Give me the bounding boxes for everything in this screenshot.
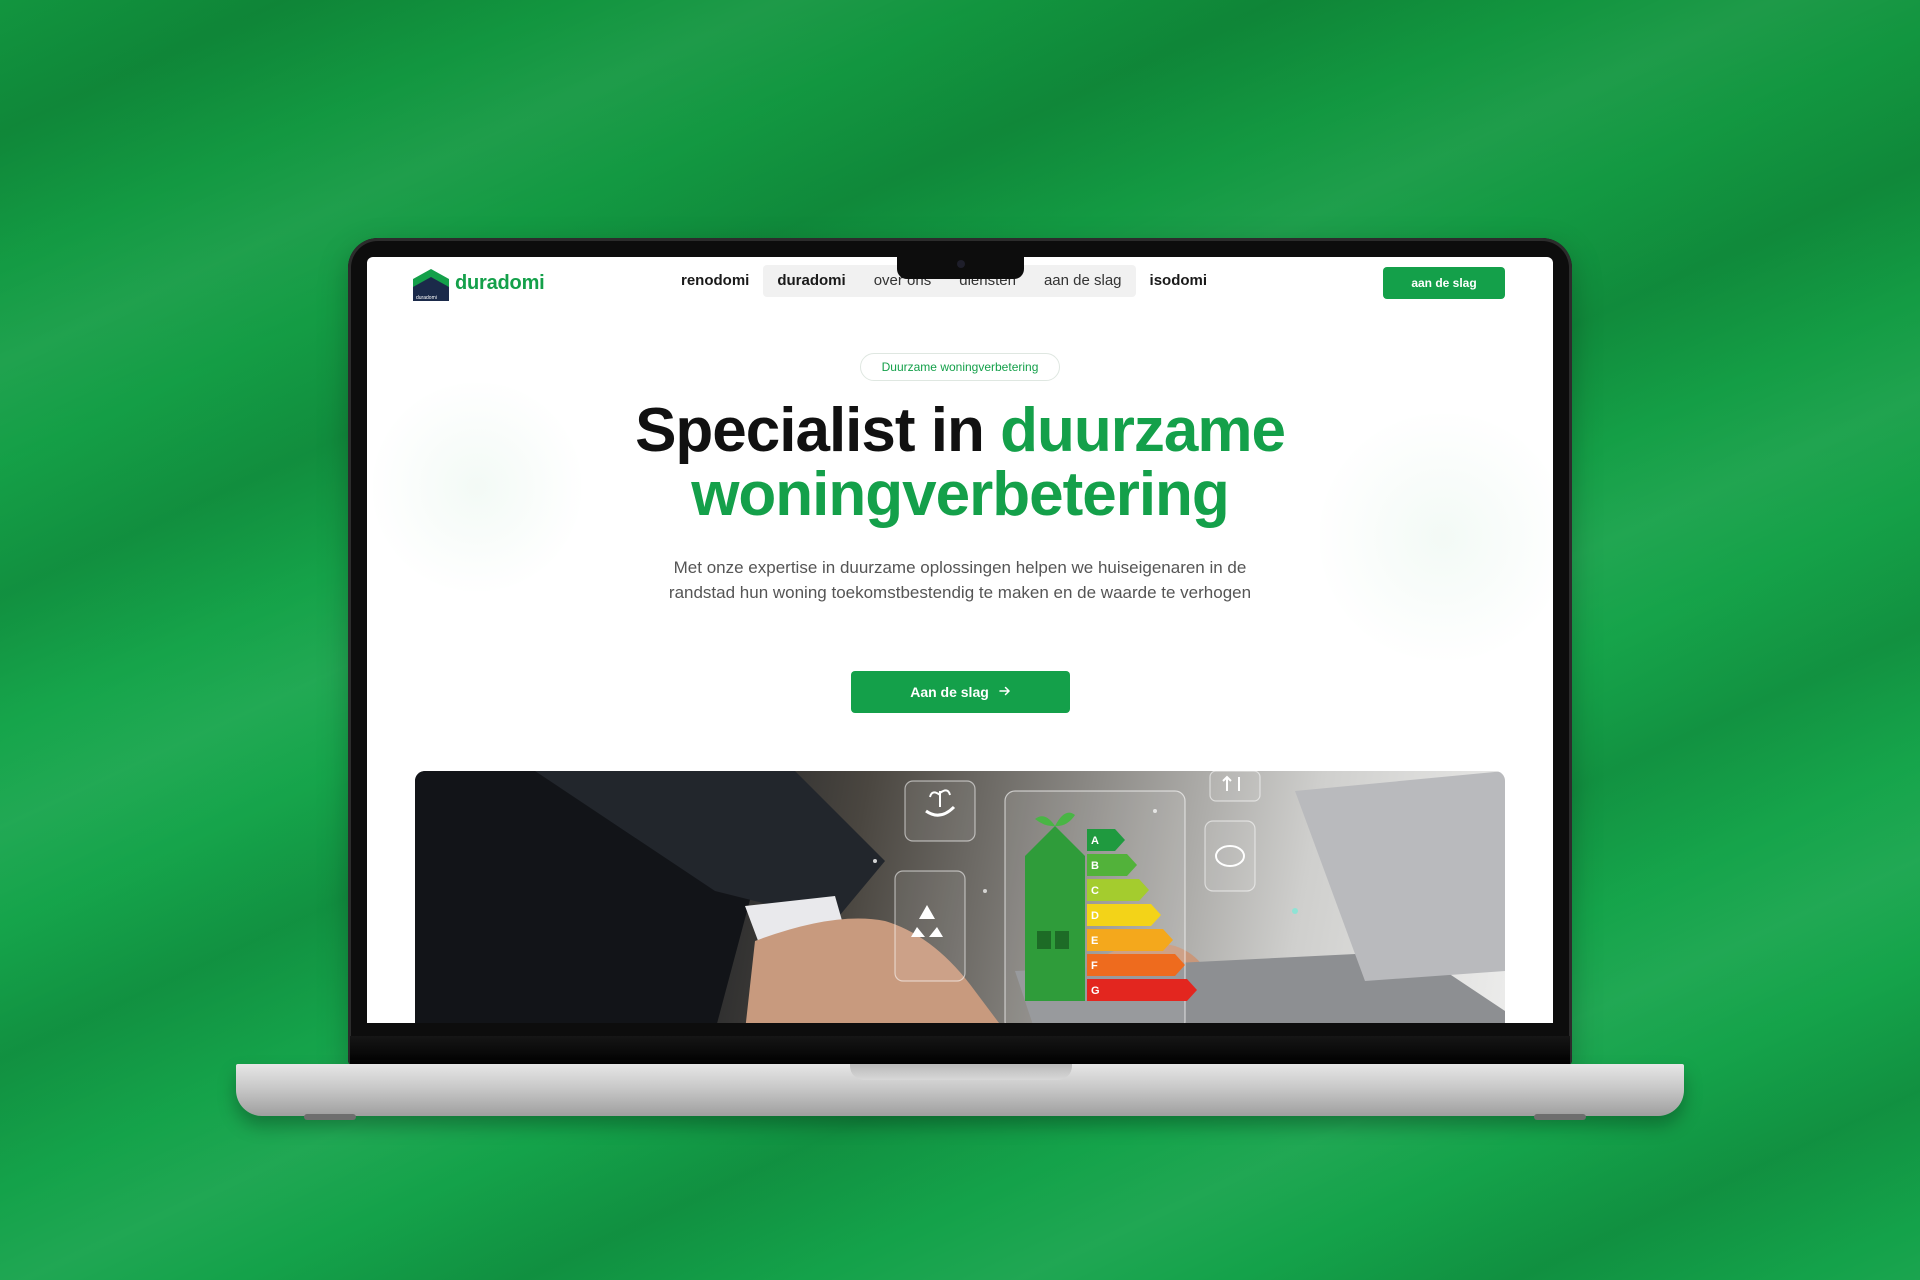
headline-green-part-2: woningverbetering: [691, 460, 1230, 529]
laptop-hinge: [350, 1036, 1570, 1066]
energy-bar-label-g: G: [1091, 985, 1100, 997]
glass-panel: [1204, 820, 1256, 892]
sparkle: [1292, 908, 1298, 914]
hero-cta-label: Aan de slag: [910, 684, 989, 700]
hand-left-shape: [745, 918, 999, 1023]
glass-panel: [894, 870, 966, 982]
sparkle: [983, 889, 987, 893]
browser-screen: duradomi duradomi renodomi duradomi over…: [367, 257, 1553, 1023]
energy-bar-label-c: C: [1091, 885, 1099, 897]
house-logo-icon: duradomi: [413, 265, 449, 301]
laptop-foot: [1534, 1114, 1586, 1120]
logo-small-text: duradomi: [416, 295, 437, 301]
energy-bar-label-f: F: [1091, 960, 1098, 972]
site-logo[interactable]: duradomi duradomi: [413, 265, 545, 301]
glass-panel: [1209, 771, 1261, 802]
headline-dark-part: Specialist in: [635, 396, 1001, 465]
hero-image: A B C D E F G: [415, 771, 1505, 1023]
nav-link-duradomi[interactable]: duradomi: [763, 265, 859, 297]
hero-cta-button[interactable]: Aan de slag: [851, 671, 1070, 713]
arrow-right-icon: [999, 684, 1011, 700]
hero-badge: Duurzame woningverbetering: [860, 353, 1060, 381]
nav-link-renodomi[interactable]: renodomi: [667, 265, 763, 297]
glass-panel: [904, 780, 976, 842]
energy-bar-label-b: B: [1091, 860, 1099, 872]
energy-bar-label-e: E: [1091, 935, 1098, 947]
energy-bar-label-a: A: [1091, 835, 1099, 847]
hero-headline: Specialist in duurzame woningverbetering: [367, 399, 1553, 527]
nav-link-isodomi[interactable]: isodomi: [1136, 265, 1222, 297]
energy-bar-e: [1087, 929, 1173, 951]
logo-text: duradomi: [455, 271, 545, 294]
sparkle: [1153, 809, 1157, 813]
hero-subtitle: Met onze expertise in duurzame oplossing…: [668, 558, 1252, 602]
camera-icon: [957, 260, 965, 268]
sparkle: [873, 859, 877, 863]
energy-bar-label-d: D: [1091, 910, 1099, 922]
nav-link-aan-de-slag[interactable]: aan de slag: [1030, 265, 1136, 297]
laptop-screen-shape: [1295, 771, 1505, 981]
headline-green-part-1: duurzame: [1000, 396, 1286, 465]
energy-bar-f: [1087, 954, 1185, 976]
laptop-base-groove: [850, 1064, 1072, 1080]
nav-cta-button[interactable]: aan de slag: [1383, 267, 1505, 299]
laptop-foot: [304, 1114, 356, 1120]
energy-bar-g: [1087, 979, 1197, 1001]
hero-illustration: A B C D E F G: [415, 771, 1505, 1023]
